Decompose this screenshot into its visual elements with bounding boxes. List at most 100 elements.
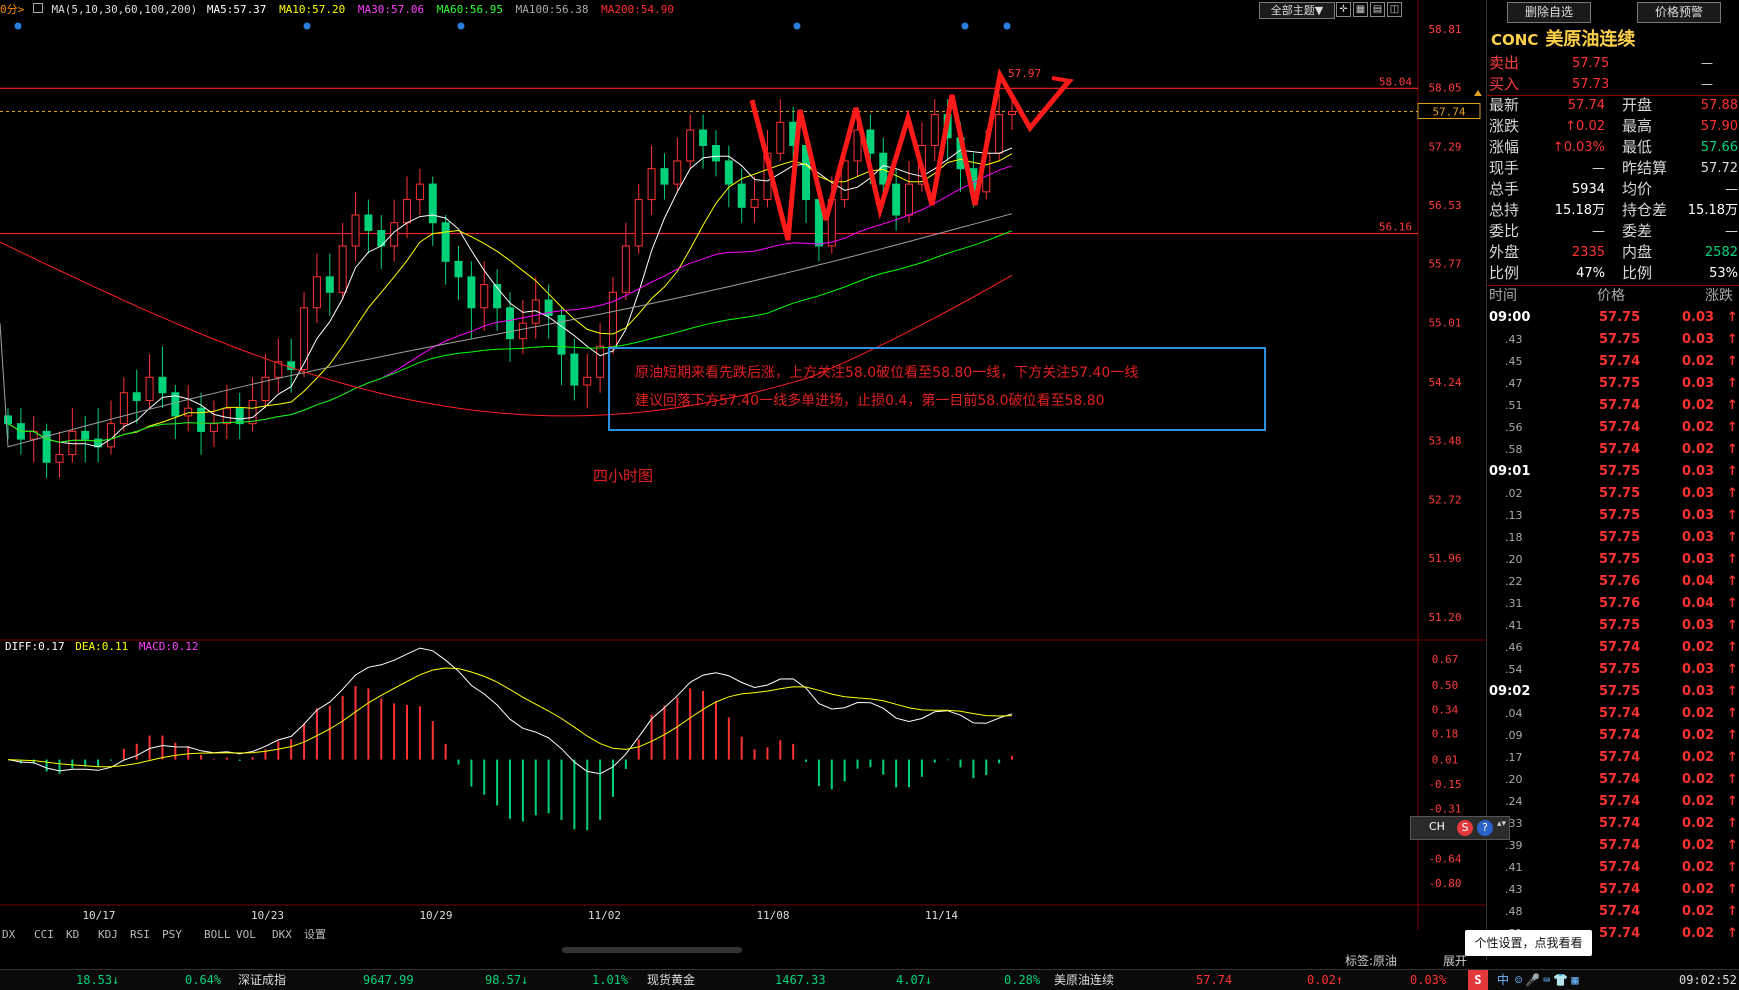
candle-body: [892, 183, 901, 216]
personalize-tooltip[interactable]: 个性设置，点我看看: [1465, 930, 1592, 956]
tick-change-header: 涨跌: [1705, 288, 1733, 304]
current-price-label: 57.74: [1432, 105, 1465, 118]
tick-row: .13 57.75 0.03 ↑: [1487, 505, 1739, 527]
quote-label: 总手: [1489, 180, 1520, 198]
tick-time: .51: [1505, 399, 1523, 412]
indicator-tab[interactable]: DKX: [272, 927, 292, 943]
indicator-tab[interactable]: PSY: [162, 927, 182, 943]
candle-body: [4, 415, 12, 425]
index1-change: 18.53↓: [76, 973, 120, 987]
candle-body: [737, 183, 746, 208]
quote-label: 比例: [1622, 264, 1653, 282]
candle-body: [570, 353, 579, 386]
quote-value: —: [1592, 224, 1605, 239]
buy-label: 买入: [1489, 75, 1520, 93]
tick-price: 57.74: [1599, 354, 1641, 369]
tick-price: 57.74: [1599, 838, 1641, 853]
tick-price: 57.74: [1599, 882, 1641, 897]
tick-time: .20: [1505, 773, 1523, 786]
ma-flag-icon: [32, 3, 43, 13]
crosshair-icon[interactable]: ✛: [1336, 2, 1351, 17]
up-arrow-icon: ↑: [1727, 640, 1738, 655]
quote-row: 涨幅 ↑0.03% 最低 57.66: [1487, 137, 1739, 158]
layout-icon[interactable]: ▤: [1370, 2, 1385, 17]
index2-name[interactable]: 深证成指: [238, 972, 286, 988]
sogou-tray-icon[interactable]: S: [1468, 970, 1488, 990]
theme-button[interactable]: 全部主题▼: [1259, 2, 1335, 19]
tick-change: 0.02: [1682, 728, 1715, 743]
ime-menu-icon[interactable]: ▴▾: [1497, 819, 1506, 829]
index3-name[interactable]: 现货黄金: [647, 972, 695, 988]
indicator-tab[interactable]: VOL: [236, 927, 256, 943]
indicator-tab[interactable]: CCI: [34, 927, 54, 943]
candle-body: [699, 129, 708, 146]
tick-change: 0.03: [1682, 332, 1715, 347]
tick-price: 57.74: [1599, 398, 1641, 413]
tick-change: 0.03: [1682, 684, 1715, 699]
tick-change: 0.03: [1682, 552, 1715, 567]
indicator-tab[interactable]: KD: [66, 927, 79, 943]
tick-price: 57.74: [1599, 442, 1641, 457]
indicator-tab[interactable]: DX: [2, 927, 15, 943]
index4-name[interactable]: 美原油连续: [1054, 972, 1114, 988]
index4-change: 0.02↑: [1307, 973, 1344, 987]
scroll-grip[interactable]: [562, 947, 742, 953]
quote-label: 外盘: [1489, 243, 1520, 261]
analysis-note: 原油短期来看先跌后涨，上方关注58.0破位看至58.80一线，下方关注57.40…: [608, 347, 1266, 431]
macd-tick-label: 0.01: [1432, 754, 1459, 767]
ime-mode[interactable]: 中: [1497, 972, 1509, 988]
tick-change: 0.02: [1682, 860, 1715, 875]
candle-body: [1008, 110, 1016, 116]
ma-params: MA(5,10,30,60,100,200): [51, 3, 198, 16]
quote-row: 比例 47% 比例 53%: [1487, 263, 1739, 284]
tray-icons[interactable]: ☺🎤⌨👕▦: [1515, 972, 1582, 988]
expand-button[interactable]: 展开: [1443, 952, 1467, 969]
indicator-tab[interactable]: BOLL: [204, 927, 231, 943]
event-marker: [793, 22, 801, 30]
up-arrow-icon: ↑: [1727, 420, 1738, 435]
tick-change: 0.03: [1682, 662, 1715, 677]
tick-price: 57.74: [1599, 772, 1641, 787]
tick-change: 0.03: [1682, 464, 1715, 479]
window-icon[interactable]: ◫: [1387, 2, 1402, 17]
quote-value: —: [1725, 224, 1738, 239]
tick-price: 57.75: [1599, 530, 1641, 545]
price-alert-button[interactable]: 价格预警: [1637, 2, 1721, 23]
delete-watchlist-button[interactable]: 删除自选: [1507, 2, 1591, 23]
price-tick-label: 53.48: [1428, 435, 1461, 448]
candle-body: [209, 423, 218, 432]
indicator-tab[interactable]: KDJ: [98, 927, 118, 943]
ime-toolbar[interactable]: CH S ? ▴▾: [1410, 816, 1510, 840]
tick-row: .47 57.75 0.03 ↑: [1487, 373, 1739, 395]
tick-time: .09: [1505, 729, 1523, 742]
time-tick-label: 11/02: [588, 909, 621, 922]
candle-body: [930, 114, 939, 146]
help-icon[interactable]: ?: [1477, 820, 1493, 836]
grid-icon[interactable]: ▦: [1353, 2, 1368, 17]
status-bar: 18.53↓ 0.64% 深证成指 9647.99 98.57↓ 1.01% 现…: [0, 969, 1739, 990]
tick-row: .04 57.74 0.02 ↑: [1487, 703, 1739, 725]
indicator-tab[interactable]: RSI: [130, 927, 150, 943]
candle-body: [596, 345, 605, 378]
event-marker: [303, 22, 311, 30]
ma10-value: MA10:57.20: [279, 3, 346, 16]
up-arrow-icon: ↑: [1727, 508, 1738, 523]
index2-change: 98.57↓: [485, 973, 529, 987]
candle-body: [106, 423, 115, 448]
candle-body: [364, 214, 373, 231]
tick-row: .48 57.74 0.02 ↑: [1487, 901, 1739, 923]
tick-time: .43: [1505, 333, 1523, 346]
event-marker: [961, 22, 969, 30]
up-arrow-icon: ↑: [1727, 926, 1738, 941]
sogou-icon[interactable]: S: [1457, 820, 1473, 836]
quote-row: 最新 57.74 开盘 57.88: [1487, 95, 1739, 116]
tick-row: .22 57.76 0.04 ↑: [1487, 571, 1739, 593]
indicator-tab[interactable]: 设置: [304, 927, 326, 943]
tick-row: 09:00 57.75 0.03 ↑: [1487, 307, 1739, 329]
kline-chart[interactable]: 58.81 58.05 57.29 56.53 55.77 55.01 54.24 53.48…: [0, 0, 1486, 969]
buy-row: 买入 57.73 —: [1487, 74, 1739, 95]
candle-body: [724, 160, 733, 185]
tick-price: 57.74: [1599, 816, 1641, 831]
up-arrow-icon: ↑: [1727, 882, 1738, 897]
tick-price: 57.74: [1599, 904, 1641, 919]
